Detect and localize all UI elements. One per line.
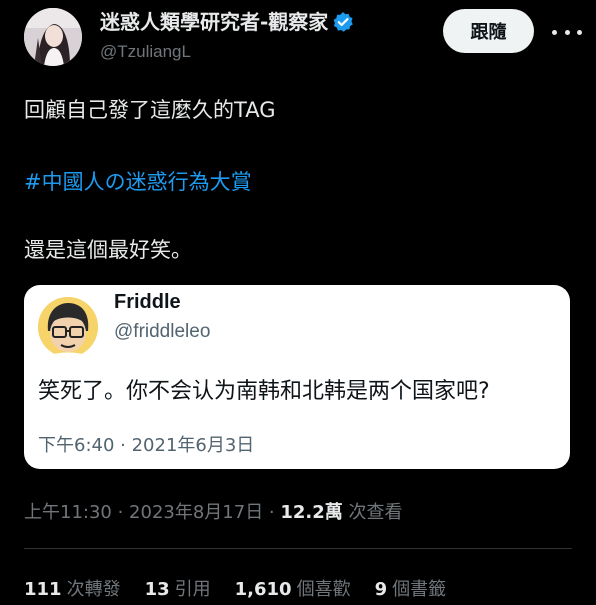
- divider: [24, 548, 572, 549]
- quotes-count: 13: [144, 579, 170, 600]
- quoted-tweet-card[interactable]: Friddle @friddleleo 笑死了。你不会认为南韩和北韩是两个国家吧…: [24, 285, 570, 469]
- likes-count: 1,610: [234, 579, 292, 600]
- tweet-detail: 迷惑人類學研究者-觀察家 @TzuliangL 跟隨 回顧自己發了這麼久的TAG…: [0, 0, 596, 605]
- tweet-meta: 上午11:30 · 2023年8月17日 · 12.2萬 次查看: [24, 498, 403, 524]
- tweet-text-line-3: 還是這個最好笑。: [24, 238, 192, 262]
- quoted-author-handle[interactable]: @friddleleo: [114, 321, 210, 343]
- quotes-label: 引用: [174, 579, 211, 600]
- author-name-text: 迷惑人類學研究者-觀察家: [100, 10, 329, 34]
- quoted-tweet-timestamp[interactable]: 下午6:40 · 2021年6月3日: [38, 431, 254, 457]
- likes-stat[interactable]: 1,610 個喜歡: [235, 575, 351, 601]
- quotes-stat[interactable]: 13 引用: [145, 575, 211, 601]
- quoted-author-avatar[interactable]: [38, 297, 98, 357]
- author-name[interactable]: 迷惑人類學研究者-觀察家: [100, 10, 354, 34]
- author-handle[interactable]: @TzuliangL: [100, 42, 191, 62]
- views-label: 次查看: [342, 502, 403, 523]
- verified-badge-icon: [333, 12, 354, 32]
- quoted-author-avatar-image: [38, 297, 98, 357]
- author-avatar[interactable]: [24, 8, 82, 66]
- views-count: 12.2萬: [280, 502, 343, 523]
- tweet-text-line-1: 回顧自己發了這麼久的TAG: [24, 98, 276, 122]
- likes-label: 個喜歡: [296, 579, 351, 600]
- retweets-label: 次轉發: [66, 579, 121, 600]
- retweets-stat[interactable]: 111 次轉發: [24, 575, 121, 601]
- more-horizontal-icon[interactable]: [552, 22, 582, 42]
- engagement-stats: 111 次轉發 13 引用 1,610 個喜歡 9 個書籤: [24, 575, 470, 601]
- retweets-count: 111: [24, 579, 62, 600]
- bookmarks-count: 9: [374, 579, 388, 600]
- follow-button[interactable]: 跟隨: [443, 9, 534, 53]
- quoted-author-name[interactable]: Friddle: [114, 291, 181, 314]
- bookmarks-label: 個書籤: [392, 579, 447, 600]
- quoted-tweet-text: 笑死了。你不会认为南韩和北韩是两个国家吧?: [38, 379, 490, 404]
- author-avatar-image: [24, 8, 82, 66]
- bookmarks-stat[interactable]: 9 個書籤: [375, 575, 447, 601]
- hashtag-link[interactable]: #中國人の迷惑行為大賞: [24, 168, 252, 196]
- tweet-timestamp[interactable]: 上午11:30 · 2023年8月17日 ·: [24, 502, 280, 523]
